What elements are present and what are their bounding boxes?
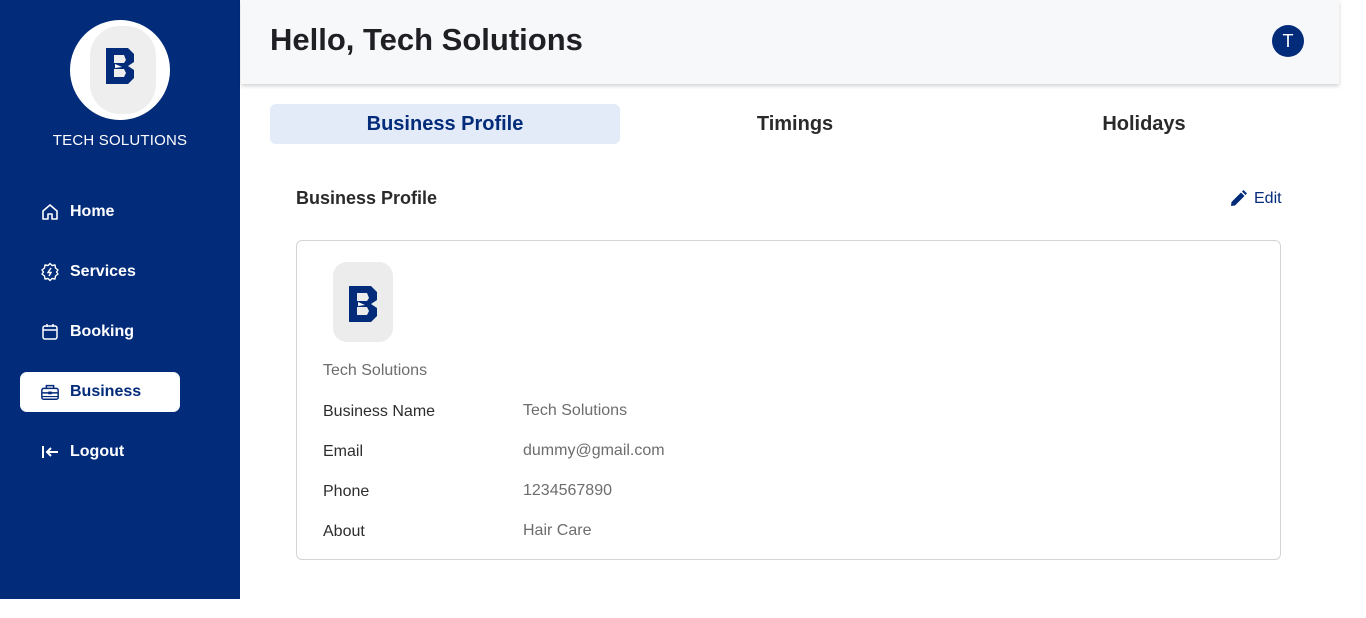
tab-business-profile[interactable]: Business Profile [270, 104, 620, 144]
sidebar-item-label: Services [70, 263, 136, 280]
calendar-icon [40, 322, 60, 342]
sidebar-item-services[interactable]: Services [20, 252, 180, 292]
sidebar-item-home[interactable]: Home [20, 192, 180, 232]
business-profile-card: Tech Solutions Business Name Tech Soluti… [296, 240, 1281, 560]
field-label-phone: Phone [323, 483, 370, 500]
home-icon [40, 202, 60, 222]
briefcase-icon [40, 382, 60, 402]
brand-name: TECH SOLUTIONS [52, 132, 188, 149]
field-label-business-name: Business Name [323, 403, 436, 420]
sidebar-item-label: Business [70, 383, 142, 400]
brand-logo [70, 20, 170, 120]
field-label-about: About [323, 523, 365, 540]
sidebar-item-label: Home [70, 203, 115, 220]
sidebar-item-label: Booking [70, 323, 134, 340]
avatar[interactable]: T [1272, 25, 1304, 57]
tab-holidays[interactable]: Holidays [969, 104, 1319, 144]
business-display-name: Tech Solutions [323, 362, 428, 379]
field-value-phone: 1234567890 [523, 482, 612, 499]
edit-label: Edit [1254, 190, 1282, 207]
business-logo [333, 262, 393, 342]
pencil-icon [1231, 190, 1247, 206]
edit-button[interactable]: Edit [1228, 189, 1282, 209]
sidebar-item-business[interactable]: Business [20, 372, 180, 412]
field-label-email: Email [323, 443, 364, 460]
field-value-email: dummy@gmail.com [523, 442, 665, 459]
field-value-business-name: Tech Solutions [523, 402, 628, 419]
logout-icon [40, 442, 60, 462]
tab-timings[interactable]: Timings [620, 104, 970, 144]
sidebar-item-logout[interactable]: Logout [20, 432, 180, 472]
b-logo-icon [349, 286, 377, 322]
sidebar-item-label: Logout [70, 443, 125, 460]
sidebar: TECH SOLUTIONS Home Services Booking Bus… [0, 0, 240, 599]
services-gear-icon [40, 262, 60, 282]
field-value-about: Hair Care [523, 522, 592, 539]
sidebar-item-booking[interactable]: Booking [20, 312, 180, 352]
section-title: Business Profile [296, 188, 438, 208]
top-header: Hello, Tech Solutions T [241, 0, 1339, 84]
b-logo-icon [106, 48, 134, 84]
page-title: Hello, Tech Solutions [270, 22, 583, 57]
